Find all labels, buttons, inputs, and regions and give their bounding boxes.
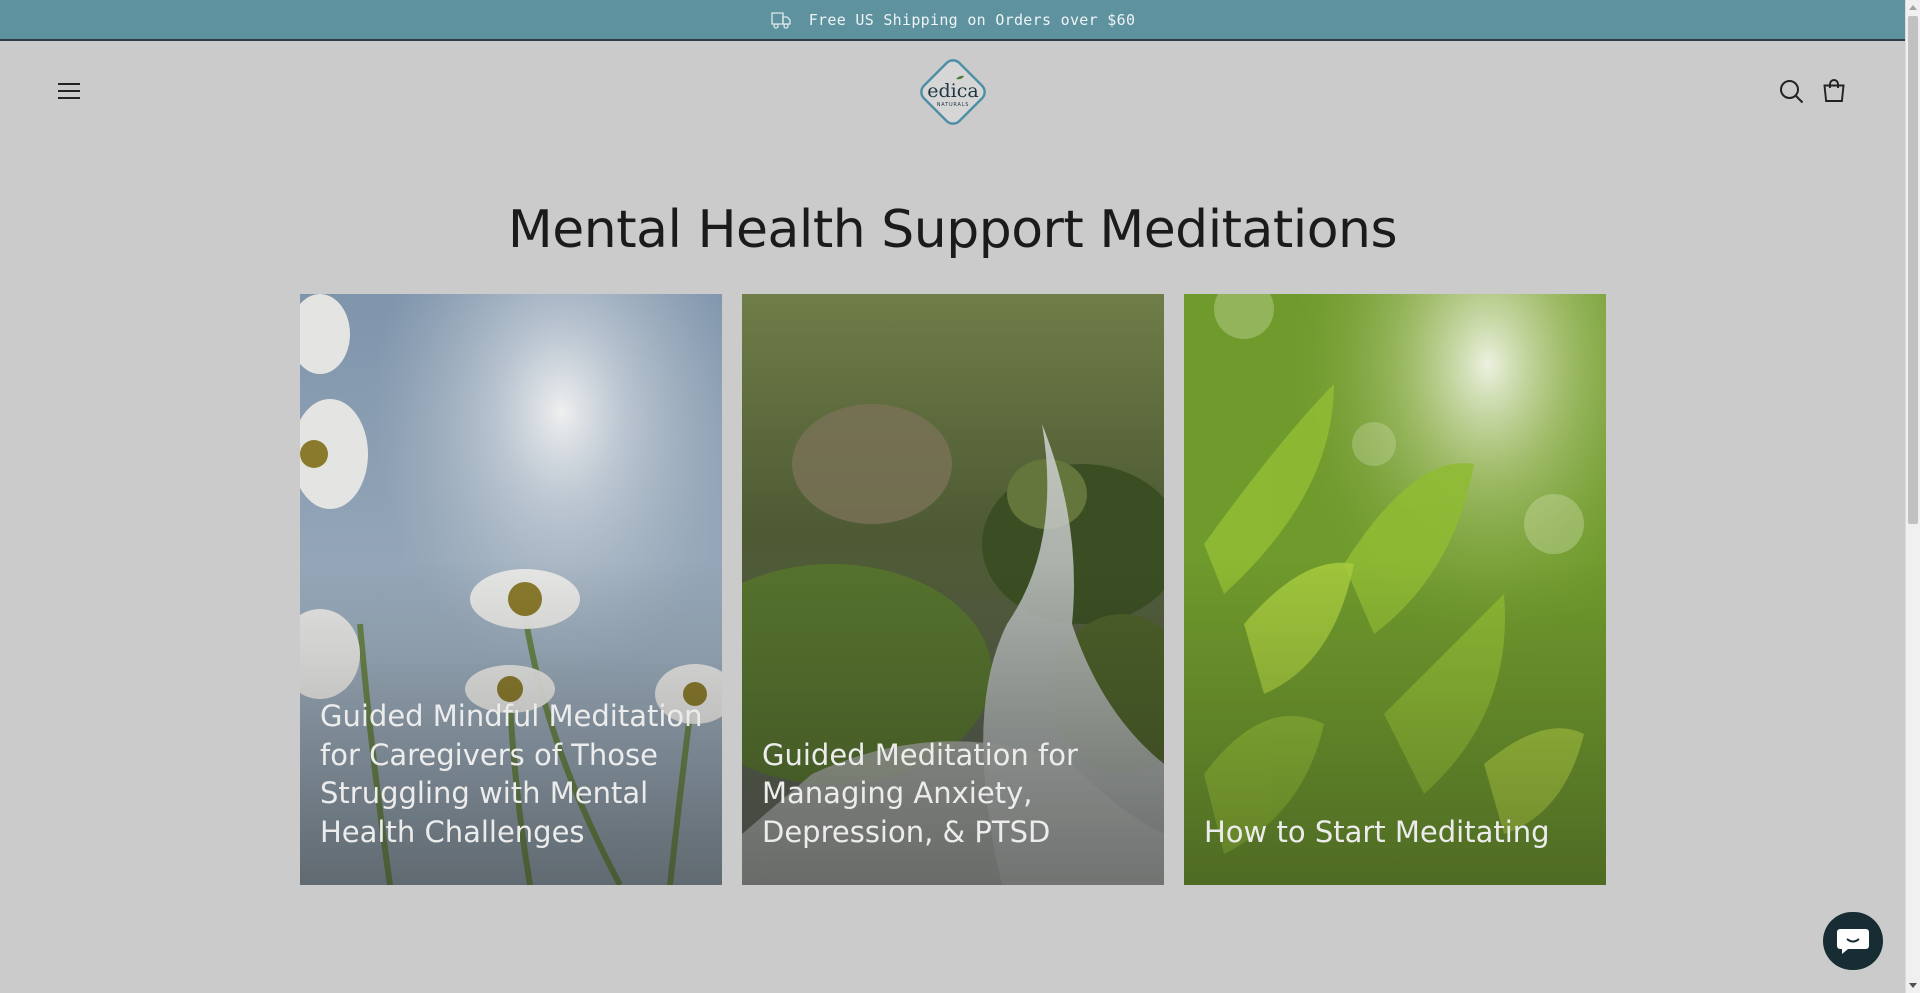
announcement-text: Free US Shipping on Orders over $60 [808,10,1136,29]
article-title[interactable]: Guided Meditation for Managing Anxiety, … [762,736,1146,852]
scrollbar[interactable] [1905,0,1920,993]
logo-subtext: NATURALS [937,102,970,108]
article-title[interactable]: Guided Mindful Meditation for Caregivers… [320,697,704,851]
truck-icon [770,9,792,31]
cart-icon[interactable] [1822,78,1846,103]
article-card[interactable]: Guided Mindful Meditation for Caregivers… [300,294,722,885]
article-title[interactable]: How to Start Meditating [1204,813,1588,852]
article-card[interactable]: Guided Meditation for Managing Anxiety, … [742,294,1164,885]
scrollbar-thumb[interactable] [1908,16,1918,524]
search-icon[interactable] [1779,79,1804,104]
chat-icon[interactable] [1823,912,1883,970]
article-card[interactable]: How to Start Meditating [1184,294,1606,885]
announcement-bar: Free US Shipping on Orders over $60 [0,0,1905,41]
menu-icon[interactable] [57,81,81,101]
site-header: edica NATURALS [0,41,1905,141]
page-title: Mental Health Support Meditations [507,200,1398,260]
logo-text: edica [927,80,978,102]
logo[interactable]: edica NATURALS [916,55,990,129]
